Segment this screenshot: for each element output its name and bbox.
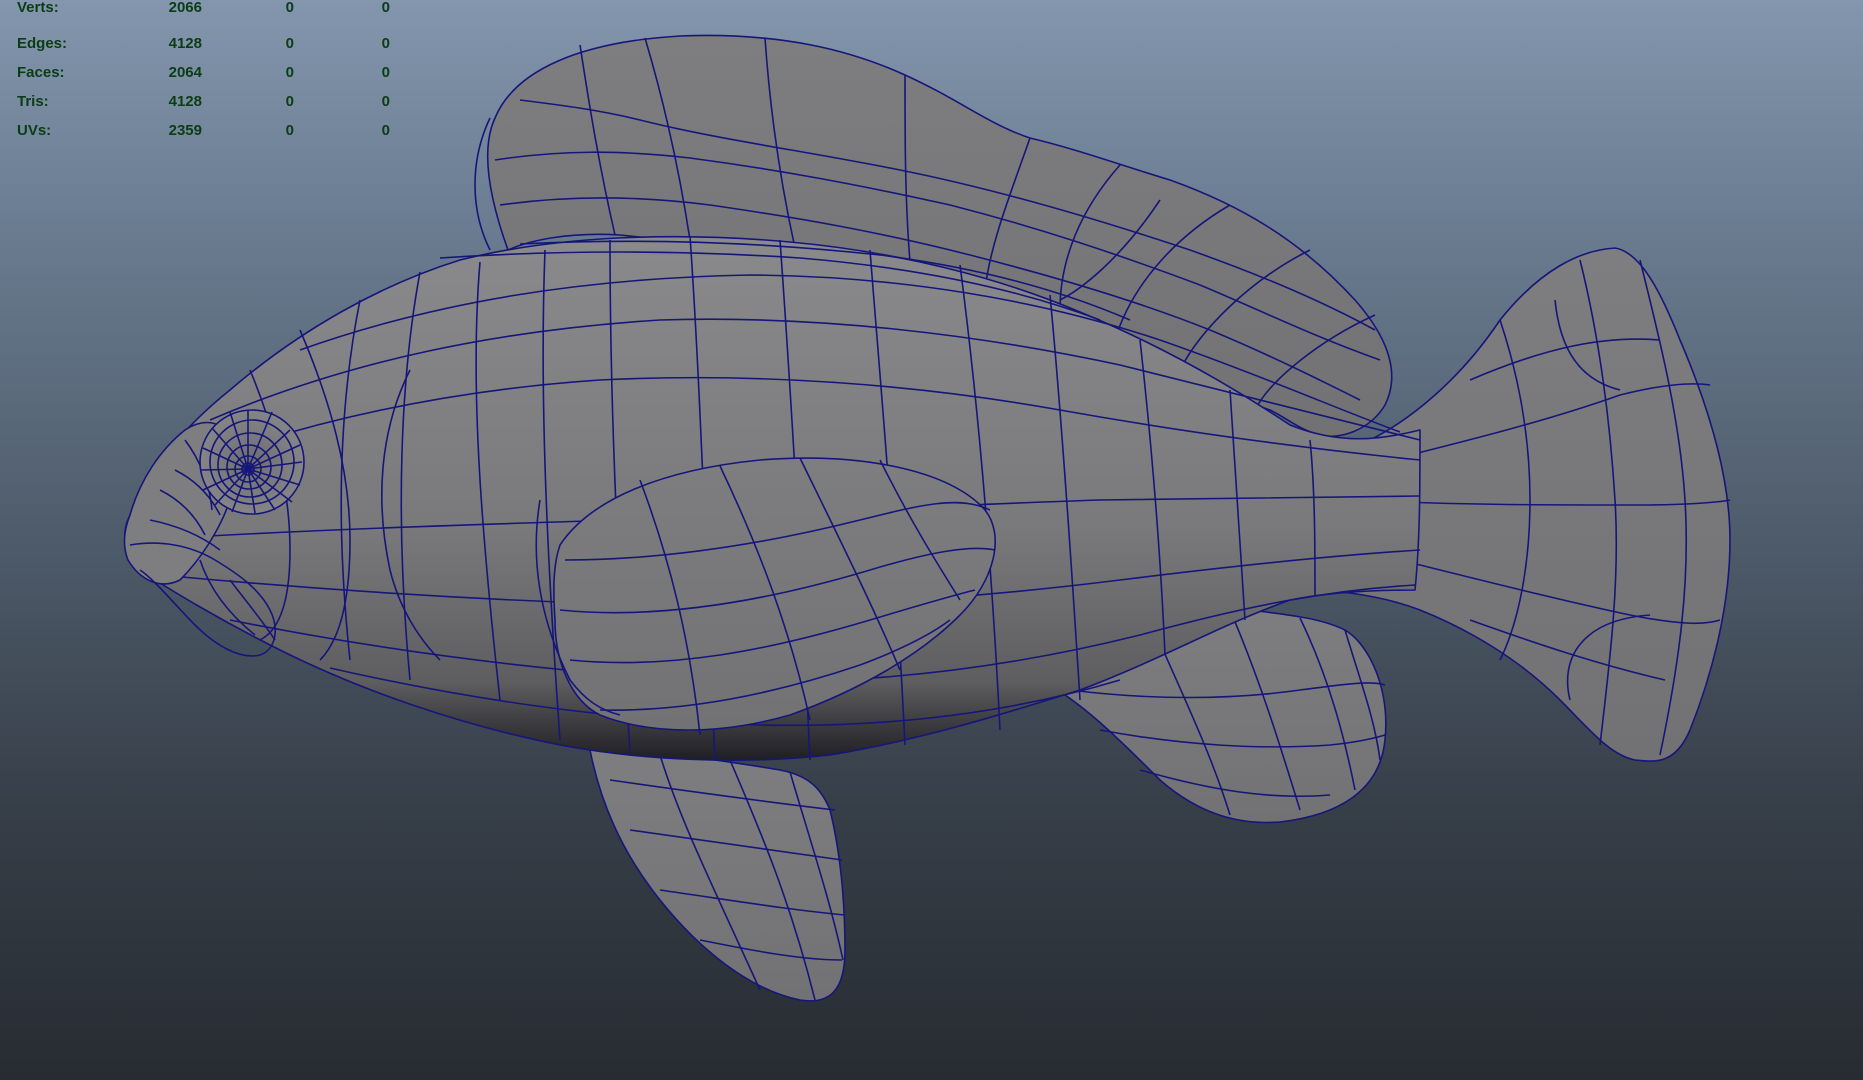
hud-row-edges: Edges: 4128 0 0 [17, 29, 397, 58]
hud-selected-value: 0 [285, 64, 294, 81]
hud-total-value: 4128 [168, 35, 202, 52]
hud-label: Faces: [17, 64, 65, 81]
hud-label: Edges: [17, 35, 68, 52]
hud-total-value: 2359 [168, 122, 202, 139]
hud-selected-value: 0 [285, 0, 294, 16]
hud-uv-value: 0 [381, 35, 390, 52]
hud-uv-value: 0 [381, 122, 390, 139]
fish-eye [199, 409, 305, 515]
hud-uv-value: 0 [381, 64, 390, 81]
hud-label: Tris: [17, 93, 49, 110]
hud-selected-value: 0 [285, 122, 294, 139]
hud-row-verts: Verts: 2066 0 0 [17, 0, 397, 29]
hud-uv-value: 0 [381, 0, 390, 16]
hud-label: UVs: [17, 122, 52, 139]
hud-selected-value: 0 [285, 93, 294, 110]
3d-viewport[interactable]: Verts: 2066 0 0 Edges: 4128 0 0 Faces: 2… [0, 0, 1863, 1080]
hud-row-uvs: UVs: 2359 0 0 [17, 116, 397, 145]
hud-total-value: 2064 [168, 64, 202, 81]
poly-count-hud: Verts: 2066 0 0 Edges: 4128 0 0 Faces: 2… [17, 0, 397, 145]
hud-label: Verts: [17, 0, 59, 16]
hud-total-value: 4128 [168, 93, 202, 110]
hud-selected-value: 0 [285, 35, 294, 52]
hud-row-faces: Faces: 2064 0 0 [17, 58, 397, 87]
hud-uv-value: 0 [381, 93, 390, 110]
hud-row-tris: Tris: 4128 0 0 [17, 87, 397, 116]
hud-total-value: 2066 [168, 0, 202, 16]
fish-mesh-icon[interactable] [0, 0, 1863, 1080]
pelvic-fin [589, 749, 846, 1002]
